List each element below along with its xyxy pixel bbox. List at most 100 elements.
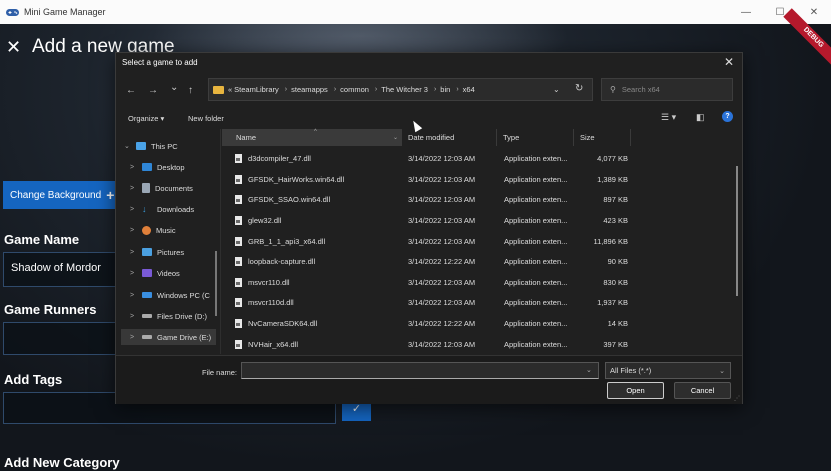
file-row[interactable]: loopback-capture.dll 3/14/2022 12:22 AM Ap… xyxy=(229,251,631,271)
nav-item-downloads[interactable]: > ↓ Downloads xyxy=(130,202,194,216)
resize-grip-icon[interactable]: ⋰ xyxy=(734,395,740,402)
game-runners-field[interactable] xyxy=(3,322,117,355)
nav-item-label: Music xyxy=(156,225,176,235)
open-button[interactable]: Open xyxy=(607,382,664,399)
file-date: 3/14/2022 12:03 AM xyxy=(408,153,476,163)
view-options-icon[interactable]: ☰ ▾ xyxy=(661,112,676,123)
change-background-button[interactable]: Change Background + xyxy=(3,181,115,209)
file-size: 897 KB xyxy=(603,194,628,204)
drive-icon xyxy=(142,335,152,339)
nav-item-this-pc[interactable]: ⌄ This PC xyxy=(124,139,178,153)
column-header-type[interactable]: Type xyxy=(497,129,574,146)
file-row[interactable]: NVHair_x64.dll 3/14/2022 12:03 AM Applicat… xyxy=(229,334,631,354)
file-type: Application exten... xyxy=(504,174,568,184)
breadcrumb-segment[interactable]: The Witcher 3 xyxy=(381,85,428,94)
file-date: 3/14/2022 12:03 AM xyxy=(408,215,476,225)
file-row[interactable]: d3dcompiler_47.dll 3/14/2022 12:03 AM Appl… xyxy=(229,148,631,168)
file-name: GRB_1_1_api3_x64.dll xyxy=(248,236,326,246)
column-header-name[interactable]: Name ^ ⌄ xyxy=(222,129,402,146)
file-name: d3dcompiler_47.dll xyxy=(248,153,311,163)
game-name-label: Game Name xyxy=(4,232,80,247)
chevron-right-icon: > xyxy=(130,163,135,171)
breadcrumb-segment[interactable]: common xyxy=(340,85,369,94)
plus-icon: + xyxy=(106,187,115,203)
nav-item-label: Desktop xyxy=(157,162,185,172)
file-size: 1,389 KB xyxy=(597,174,628,184)
file-type-filter[interactable]: All Files (*.*) ⌄ xyxy=(605,362,731,379)
breadcrumb-segment[interactable]: steamapps xyxy=(291,85,328,94)
file-row[interactable]: msvcr110d.dll 3/14/2022 12:03 AM Applicati… xyxy=(229,292,631,312)
file-row[interactable]: msvcr110.dll 3/14/2022 12:03 AM Applicatio… xyxy=(229,272,631,292)
breadcrumb-segment[interactable]: x64 xyxy=(463,85,475,94)
close-page-button[interactable]: ✕ xyxy=(6,37,21,58)
address-dropdown-icon[interactable]: ⌄ xyxy=(553,85,560,94)
nav-scrollbar[interactable] xyxy=(215,251,217,316)
refresh-icon[interactable]: ↻ xyxy=(575,83,583,94)
nav-item-pictures[interactable]: > Pictures xyxy=(130,245,184,259)
search-input[interactable]: ⚲ Search x64 xyxy=(601,78,733,101)
add-tags-label: Add Tags xyxy=(4,372,63,387)
help-icon[interactable]: ? xyxy=(722,111,733,122)
file-size: 1,937 KB xyxy=(597,297,628,307)
file-size: 830 KB xyxy=(603,277,628,287)
chevron-right-icon: > xyxy=(130,312,135,320)
chevron-down-icon: ⌄ xyxy=(124,143,130,150)
file-name-input[interactable] xyxy=(241,362,599,379)
file-list-scrollbar[interactable] xyxy=(736,166,738,296)
nav-item-music[interactable]: > Music xyxy=(130,223,176,237)
breadcrumb-separator: › xyxy=(456,86,459,93)
nav-item-desktop[interactable]: > Desktop xyxy=(130,160,185,174)
file-name: loopback-capture.dll xyxy=(248,256,316,266)
change-background-label: Change Background xyxy=(10,189,102,201)
dialog-close-button[interactable]: ✕ xyxy=(724,55,734,69)
file-type: Application exten... xyxy=(504,153,568,163)
address-bar[interactable]: « SteamLibrary › steamapps › common › Th… xyxy=(208,78,593,101)
file-type: Application exten... xyxy=(504,236,568,246)
search-icon: ⚲ xyxy=(610,85,616,94)
up-arrow-icon[interactable]: ↑ xyxy=(188,85,193,96)
nav-item-documents[interactable]: > Documents xyxy=(130,181,193,195)
breadcrumb-segment[interactable]: bin xyxy=(440,85,450,94)
nav-item-windows-pc[interactable]: > Windows PC (C xyxy=(130,288,210,302)
file-size: 11,896 KB xyxy=(593,236,628,246)
breadcrumb-separator: › xyxy=(284,86,288,93)
file-row[interactable]: NvCameraSDK64.dll 3/14/2022 12:22 AM Appli… xyxy=(229,313,631,333)
back-arrow-icon[interactable]: ← xyxy=(126,85,136,96)
new-folder-button[interactable]: New folder xyxy=(188,114,224,123)
nav-item-game-drive[interactable]: > Game Drive (E:) xyxy=(121,329,216,345)
forward-arrow-icon[interactable]: → xyxy=(148,85,158,96)
nav-item-files-drive[interactable]: > Files Drive (D:) xyxy=(130,309,207,323)
minimize-button[interactable]: — xyxy=(729,0,763,24)
cancel-button[interactable]: Cancel xyxy=(674,382,731,399)
preview-pane-icon[interactable]: ◧ xyxy=(696,112,705,123)
recent-dropdown-icon[interactable]: ⌄ xyxy=(170,82,178,93)
nav-item-videos[interactable]: > Videos xyxy=(130,266,180,280)
column-header-size[interactable]: Size xyxy=(574,129,631,146)
chevron-down-icon[interactable]: ⌄ xyxy=(586,366,592,374)
drive-icon xyxy=(142,292,152,298)
dll-file-icon xyxy=(235,215,242,225)
pane-divider[interactable] xyxy=(220,129,221,354)
file-name: msvcr110.dll xyxy=(248,277,290,287)
window-controls: — ☐ ✕ xyxy=(729,0,831,24)
file-row[interactable]: GFSDK_HairWorks.win64.dll 3/14/2022 12:03… xyxy=(229,169,631,189)
dialog-title: Select a game to add xyxy=(122,58,198,67)
file-date: 3/14/2022 12:03 AM xyxy=(408,297,476,307)
file-row[interactable]: GRB_1_1_api3_x64.dll 3/14/2022 12:03 AM Ap… xyxy=(229,231,631,251)
organize-button[interactable]: Organize ▾ xyxy=(128,114,164,123)
file-type: Application exten... xyxy=(504,318,568,328)
file-dialog: Select a game to add ✕ ← → ⌄ ↑ « SteamLi… xyxy=(115,52,743,404)
file-date: 3/14/2022 12:03 AM xyxy=(408,236,476,246)
breadcrumb-separator: › xyxy=(433,86,437,93)
file-date: 3/14/2022 12:22 AM xyxy=(408,318,476,328)
documents-icon xyxy=(142,183,150,193)
file-row[interactable]: GFSDK_SSAO.win64.dll 3/14/2022 12:03 AM Ap… xyxy=(229,189,631,209)
file-row[interactable]: glew32.dll 3/14/2022 12:03 AM Application … xyxy=(229,210,631,230)
nav-item-label: Files Drive (D:) xyxy=(157,311,207,321)
dll-file-icon xyxy=(235,277,242,287)
game-runners-label: Game Runners xyxy=(4,302,97,317)
file-date: 3/14/2022 12:03 AM xyxy=(408,339,476,349)
breadcrumb-segment[interactable]: SteamLibrary xyxy=(234,85,279,94)
nav-item-label: Documents xyxy=(155,183,193,193)
chevron-right-icon: > xyxy=(130,269,135,277)
